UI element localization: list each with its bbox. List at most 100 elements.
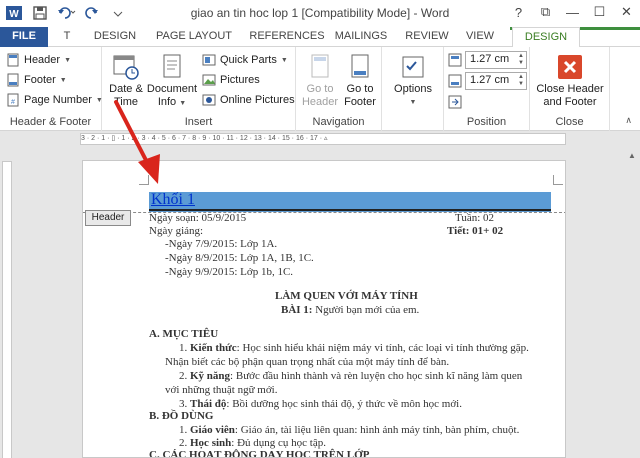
footer-dropdown[interactable]: Footer ▼ (6, 71, 67, 89)
options-button[interactable]: Options ▼ (388, 53, 438, 109)
ribbon-tabs: FILE T DESIGN PAGE LAYOUT REFERENCES MAI… (0, 27, 640, 48)
vertical-ruler (0, 147, 14, 458)
doc-kien-thuc-2: Nhận biết các bộ phận quan trọng nhất củ… (165, 356, 450, 368)
quick-parts-icon (202, 54, 216, 66)
header-from-top-icon (448, 53, 462, 67)
scroll-up-icon[interactable]: ▲ (624, 147, 640, 163)
chevron-down-icon: ▼ (59, 76, 67, 84)
tab-design[interactable]: DESIGN (90, 27, 140, 47)
vertical-scrollbar[interactable]: ▲ (624, 147, 640, 458)
close-icon (558, 55, 582, 79)
insert-alignment-tab-button[interactable] (448, 93, 462, 111)
close-header-footer-button[interactable]: Close Header and Footer (534, 53, 606, 109)
header-position-input[interactable]: 1.27 cm ▲ ▼ (465, 51, 527, 69)
doc-tuan: Tuần: 02 (455, 212, 495, 224)
horizontal-ruler: 3 · 2 · 1 · ▯ · 1 · 2 · 3 · 4 · 5 · 6 · … (0, 131, 640, 147)
group-label-position: Position (466, 116, 507, 128)
group-options: Options ▼ (382, 47, 444, 131)
tab-page-layout[interactable]: PAGE LAYOUT (150, 27, 238, 47)
ribbon-display-button[interactable]: ⧉ (532, 0, 559, 24)
doc-a-muc-tieu: A. MỤC TIÊU (149, 328, 219, 340)
group-label-close: Close (555, 116, 584, 128)
document-info-icon (163, 54, 181, 78)
header-position-spinner[interactable]: 1.27 cm ▲ ▼ (448, 51, 527, 69)
online-pictures-icon (202, 94, 216, 106)
tab-review[interactable]: REVIEW (404, 27, 450, 47)
online-pictures-label: Online Pictures (220, 94, 295, 106)
footer-position-input[interactable]: 1.27 cm ▲ ▼ (465, 72, 527, 90)
go-to-footer-icon (351, 54, 369, 78)
red-arrow-annotation (114, 100, 160, 184)
go-to-header-icon (311, 54, 329, 78)
spinner-arrows-icon[interactable]: ▲ ▼ (518, 53, 524, 67)
doc-ngay-giang: Ngày giảng: (149, 225, 204, 237)
go-to-footer-label-2: Footer (344, 96, 376, 108)
title-bar: W giao an tin hoc lop 1 [Compatibility M… (0, 0, 640, 27)
group-label-navigation: Navigation (312, 116, 365, 128)
doc-b-do-dung: B. ĐỒ DÙNG (149, 410, 214, 422)
footer-from-bottom-icon (448, 74, 462, 88)
close-header-footer-label-2: and Footer (543, 96, 597, 108)
doc-c-hoat-dong: C. CÁC HOẠT ĐỘNG DẠY HỌC TRÊN LỚP (149, 449, 370, 458)
doc-thai-do: 3. Thái độ: Bồi dưỡng học sinh thái độ, … (179, 398, 462, 410)
doc-ngay-soan: Ngày soạn: 05/9/2015 (149, 212, 247, 224)
vertical-ruler-scale[interactable] (2, 161, 12, 458)
document-page[interactable]: Khối 1 Header Ngày soạn: 05/9/2015 Tuần:… (82, 160, 566, 458)
maximize-button[interactable]: ☐ (586, 0, 613, 24)
quick-parts-dropdown[interactable]: Quick Parts ▼ (202, 51, 288, 69)
page-number-label: Page Number (24, 94, 92, 106)
options-icon (402, 56, 424, 78)
go-to-header-label-1: Go to (306, 83, 334, 95)
tab-mailings[interactable]: MAILINGS (332, 27, 390, 47)
alignment-tab-icon (448, 95, 462, 109)
online-pictures-button[interactable]: Online Pictures (202, 91, 295, 109)
date-time-label-1: Date & (109, 83, 143, 95)
group-position: 1.27 cm ▲ ▼ 1.27 cm ▲ ▼ Position (444, 47, 530, 131)
group-navigation: Go to Header Go to Footer Navigation (296, 47, 382, 131)
header-dropdown[interactable]: Header ▼ (6, 51, 71, 69)
footer-icon (7, 73, 19, 87)
tab-header-footer-design[interactable]: DESIGN (512, 27, 580, 48)
go-to-footer-label-1: Go to (346, 83, 374, 95)
doc-ngay-2: -Ngày 8/9/2015: Lớp 1A, 1B, 1C. (165, 252, 314, 264)
tab-insert-partial[interactable]: T (60, 27, 74, 47)
footer-position-spinner[interactable]: 1.27 cm ▲ ▼ (448, 72, 527, 90)
options-label: Options (394, 83, 432, 95)
chevron-down-icon: ▼ (64, 56, 72, 64)
quick-parts-label: Quick Parts (220, 54, 277, 66)
doc-bai-1: BÀI 1: Người bạn mới của em. (281, 304, 420, 316)
doc-ngay-1: -Ngày 7/9/2015: Lớp 1A. (165, 238, 278, 250)
doc-hoc-sinh: 2. Học sinh: Đủ dụng cụ học tập. (179, 437, 326, 449)
help-button[interactable]: ? (505, 0, 532, 24)
ribbon: Header ▼ Footer ▼ # Page Number ▼ Header & … (0, 47, 640, 131)
group-header-footer: Header ▼ Footer ▼ # Page Number ▼ Header & … (0, 47, 103, 131)
tab-references[interactable]: REFERENCES (248, 27, 326, 47)
page-number-icon: # (7, 93, 19, 107)
footer-label: Footer (24, 74, 56, 86)
doc-lam-quen: LÀM QUEN VỚI MÁY TÍNH (275, 290, 418, 302)
close-header-footer-label-1: Close Header (536, 83, 604, 95)
doc-ky-nang: 2. Kỹ năng: Bước đầu hình thành và rèn l… (179, 370, 523, 382)
page-number-dropdown[interactable]: # Page Number ▼ (6, 91, 103, 109)
minimize-button[interactable]: — (559, 0, 586, 24)
chevron-down-icon: ▼ (280, 56, 288, 64)
go-to-footer-button[interactable]: Go to Footer (340, 53, 380, 109)
document-info-label-1: Document (146, 83, 198, 95)
group-close: Close Header and Footer Close (530, 47, 610, 131)
window-controls: ? ⧉ — ☐ ✕ (505, 0, 640, 24)
pictures-button[interactable]: Pictures (202, 71, 260, 89)
doc-kien-thuc: 1. Kiến thức: Học sinh hiểu khái niệm má… (179, 342, 529, 354)
header-text[interactable]: Khối 1 (151, 191, 195, 209)
doc-ngay-3: -Ngày 9/9/2015: Lớp 1b, 1C. (165, 266, 294, 278)
calendar-clock-icon (113, 55, 139, 80)
go-to-header-button[interactable]: Go to Header (300, 53, 340, 109)
header-label: Header (24, 54, 61, 66)
doc-tiet: Tiết: 01+ 02 (447, 225, 504, 237)
close-window-button[interactable]: ✕ (613, 0, 640, 24)
header-icon (7, 53, 19, 67)
tab-view[interactable]: VIEW (460, 27, 500, 47)
tab-file[interactable]: FILE (0, 27, 48, 47)
doc-giao-vien: 1. Giáo viên: Giáo án, tài liệu liên qua… (179, 424, 520, 436)
collapse-ribbon-icon[interactable]: ∧ (625, 115, 632, 126)
spinner-arrows-icon[interactable]: ▲ ▼ (518, 74, 524, 88)
